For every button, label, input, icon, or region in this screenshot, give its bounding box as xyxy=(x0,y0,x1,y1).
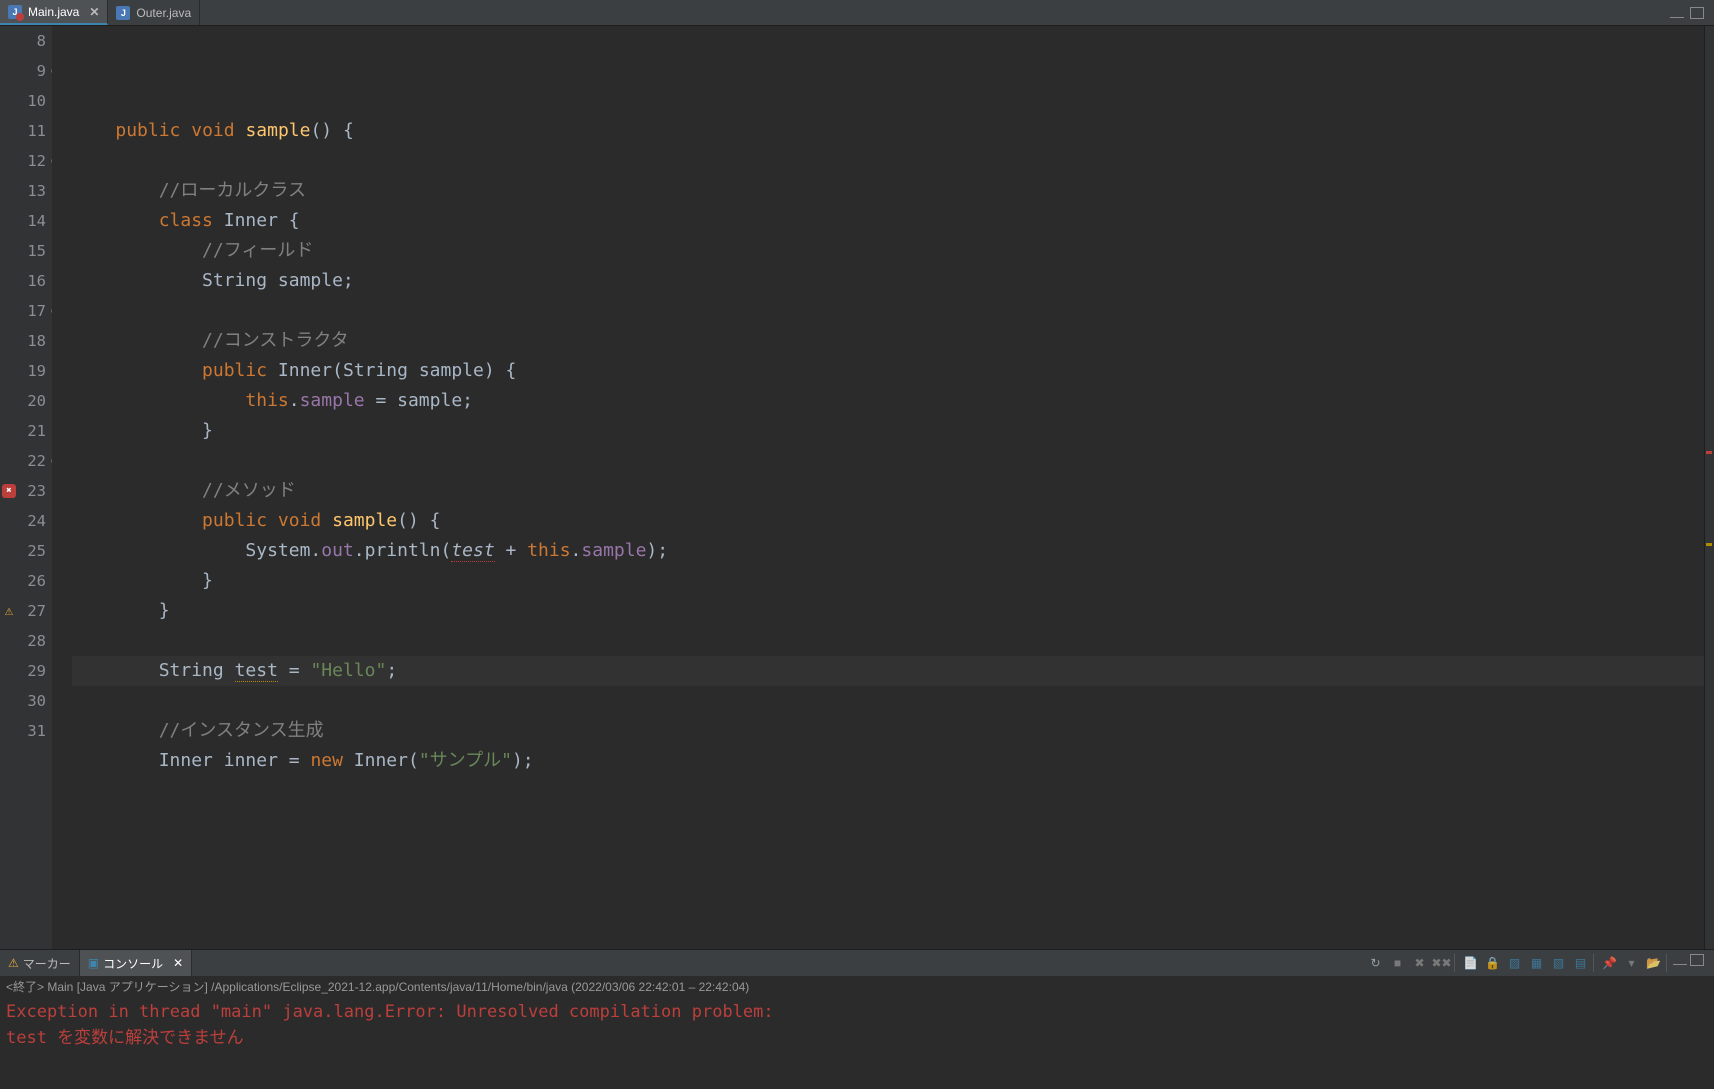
console-header: <終了> Main [Java アプリケーション] /Applications/… xyxy=(6,978,1708,999)
code-line[interactable]: //フィールド xyxy=(72,236,1714,266)
line-number: 24 xyxy=(18,506,46,536)
line-number: 29 xyxy=(18,656,46,686)
bottom-panel: ⚠マーカー▣コンソール✕ ↻ ■ ✖ ✖✖ 📄 🔒 ▨ ▦ ▧ ▤ 📌 ▾ 📂 … xyxy=(0,949,1714,1089)
tab-label: Main.java xyxy=(28,5,79,19)
code-line[interactable]: class Inner { xyxy=(72,206,1714,236)
code-line[interactable]: public void sample() { xyxy=(72,116,1714,146)
line-number: 9 xyxy=(18,56,46,86)
java-file-icon: J xyxy=(116,6,130,20)
gutter-markers: ✖⚠ xyxy=(0,26,18,949)
line-number: 8 xyxy=(18,26,46,56)
line-number: 30 xyxy=(18,686,46,716)
editor-tab-outerjava[interactable]: J Outer.java xyxy=(108,0,200,25)
code-editor[interactable]: ✖⚠ 8910111213141516171819202122232425262… xyxy=(0,26,1714,949)
line-number: 15 xyxy=(18,236,46,266)
line-number: 31 xyxy=(18,716,46,746)
code-line[interactable]: //ローカルクラス xyxy=(72,176,1714,206)
bottom-tab-console[interactable]: ▣ コンソール ✕ xyxy=(80,950,192,976)
code-line[interactable]: //メソッド xyxy=(72,476,1714,506)
line-number: 28 xyxy=(18,626,46,656)
code-line[interactable]: } xyxy=(72,596,1714,626)
close-tab-icon[interactable]: ✕ xyxy=(89,5,99,19)
code-line[interactable]: //インスタンス生成 xyxy=(72,716,1714,746)
code-area[interactable]: public void sample() { //ローカルクラス class I… xyxy=(52,26,1714,949)
console-toolbar: ↻ ■ ✖ ✖✖ 📄 🔒 ▨ ▦ ▧ ▤ 📌 ▾ 📂 xyxy=(1366,954,1714,973)
line-number: 27 xyxy=(18,596,46,626)
console-icon: ▣ xyxy=(88,956,99,970)
new-console-view-icon[interactable]: 📂 xyxy=(1644,954,1663,973)
line-number: 14 xyxy=(18,206,46,236)
line-number-gutter: 8910111213141516171819202122232425262728… xyxy=(18,26,52,949)
display-selected-console-icon[interactable]: ▤ xyxy=(1571,954,1590,973)
overview-ruler[interactable] xyxy=(1704,26,1714,949)
editor-tab-bar: J Main.java ✕ J Outer.java xyxy=(0,0,1714,26)
line-number: 11 xyxy=(18,116,46,146)
line-number: 20 xyxy=(18,386,46,416)
panel-maximize-button[interactable] xyxy=(1690,954,1704,966)
code-line[interactable] xyxy=(72,296,1714,326)
line-number: 23 xyxy=(18,476,46,506)
stop-icon[interactable]: ■ xyxy=(1388,954,1407,973)
code-line[interactable]: String sample; xyxy=(72,266,1714,296)
code-line[interactable]: } xyxy=(72,416,1714,446)
code-line[interactable]: //コンストラクタ xyxy=(72,326,1714,356)
line-number: 18 xyxy=(18,326,46,356)
code-line[interactable]: System.out.println(test + this.sample); xyxy=(72,536,1714,566)
scroll-lock-icon[interactable]: 🔒 xyxy=(1483,954,1502,973)
code-line[interactable]: Inner inner = new Inner("サンプル"); xyxy=(72,746,1714,776)
warning-overview-mark[interactable] xyxy=(1706,543,1712,546)
line-number: 21 xyxy=(18,416,46,446)
code-line[interactable] xyxy=(72,626,1714,656)
code-line[interactable] xyxy=(72,776,1714,806)
console-output-line: Exception in thread "main" java.lang.Err… xyxy=(6,999,1708,1025)
code-line[interactable] xyxy=(72,86,1714,116)
bottom-tab-label: マーカー xyxy=(23,955,71,972)
line-number: 12 xyxy=(18,146,46,176)
reconnect-icon[interactable]: ↻ xyxy=(1366,954,1385,973)
line-number: 16 xyxy=(18,266,46,296)
line-number: 10 xyxy=(18,86,46,116)
console-output-line: test を変数に解決できません xyxy=(6,1025,1708,1051)
code-line[interactable]: public void sample() { xyxy=(72,506,1714,536)
line-number: 22 xyxy=(18,446,46,476)
bottom-tab-label: コンソール xyxy=(103,955,163,972)
error-overview-mark[interactable] xyxy=(1706,451,1712,454)
code-line[interactable] xyxy=(72,146,1714,176)
code-line[interactable]: this.sample = sample; xyxy=(72,386,1714,416)
bottom-tab-bar: ⚠ マーカー ▣ コンソール ✕ ↻ ■ ✖ ✖✖ 📄 🔒 ▨ ▦ ▧ ▤ 📌 ▾ 📂 xyxy=(0,950,1714,976)
code-line[interactable]: String test = "Hello"; xyxy=(72,656,1714,686)
java-file-icon: J xyxy=(8,5,22,19)
show-console-on-out-icon[interactable]: ▨ xyxy=(1505,954,1524,973)
pin-console-icon[interactable]: 📌 xyxy=(1600,954,1619,973)
line-number: 17 xyxy=(18,296,46,326)
remove-all-terminated-icon[interactable]: ✖✖ xyxy=(1432,954,1451,973)
bottom-tab-marker[interactable]: ⚠ マーカー xyxy=(0,950,80,976)
warning-marker-icon: ⚠ xyxy=(0,596,18,626)
show-console-on-err-icon[interactable]: ▦ xyxy=(1527,954,1546,973)
editor-window-controls xyxy=(1670,7,1714,19)
code-line[interactable]: } xyxy=(72,566,1714,596)
marker-icon: ⚠ xyxy=(8,956,19,970)
open-console-menu-icon[interactable]: ▾ xyxy=(1622,954,1641,973)
line-number: 25 xyxy=(18,536,46,566)
close-bottom-tab-icon[interactable]: ✕ xyxy=(173,956,183,970)
error-marker-icon: ✖ xyxy=(0,476,18,506)
maximize-button[interactable] xyxy=(1690,7,1704,19)
code-line[interactable] xyxy=(72,446,1714,476)
code-line[interactable]: public Inner(String sample) { xyxy=(72,356,1714,386)
remove-terminated-icon[interactable]: ✖ xyxy=(1410,954,1429,973)
console-body[interactable]: <終了> Main [Java アプリケーション] /Applications/… xyxy=(0,976,1714,1089)
minimize-button[interactable] xyxy=(1670,17,1684,19)
panel-minimize-button[interactable] xyxy=(1673,964,1687,966)
tab-label: Outer.java xyxy=(136,6,191,20)
line-number: 26 xyxy=(18,566,46,596)
code-line[interactable] xyxy=(72,686,1714,716)
line-number: 19 xyxy=(18,356,46,386)
line-number: 13 xyxy=(18,176,46,206)
editor-tab-mainjava[interactable]: J Main.java ✕ xyxy=(0,0,108,25)
clear-console-icon[interactable]: 📄 xyxy=(1461,954,1480,973)
toggle-word-wrap-icon[interactable]: ▧ xyxy=(1549,954,1568,973)
